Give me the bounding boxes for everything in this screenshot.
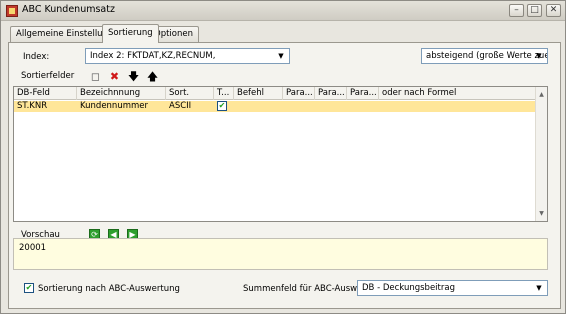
sum-field-value: DB - Deckungsbeitrag: [362, 283, 455, 293]
maximize-button[interactable]: □: [527, 4, 542, 17]
app-icon: [6, 5, 18, 17]
sortfields-table[interactable]: DB-Feld Bezeichnnung Sort. T... Befehl P…: [13, 86, 548, 222]
cell-bezeichnung[interactable]: Kundennummer: [77, 101, 166, 112]
column-header[interactable]: Befehl: [234, 87, 283, 100]
close-button[interactable]: ✕: [546, 4, 561, 17]
column-header[interactable]: Para...: [283, 87, 315, 100]
column-header[interactable]: T...: [214, 87, 234, 100]
minimize-button[interactable]: –: [509, 4, 524, 17]
sortfields-label: Sortierfelder: [21, 71, 75, 81]
sum-field-select[interactable]: DB - Deckungsbeitrag ▼: [357, 280, 548, 296]
column-header[interactable]: DB-Feld: [14, 87, 77, 100]
cell-param2[interactable]: [315, 101, 347, 112]
arrow-down-icon[interactable]: 🡇: [127, 70, 140, 83]
window-title: ABC Kundenumsatz: [22, 4, 115, 15]
cell-db-field[interactable]: ST.KNR: [14, 101, 77, 112]
index-select-value: Index 2: FKTDAT,KZ,RECNUM,: [90, 51, 216, 61]
chevron-down-icon: ▼: [536, 284, 542, 292]
index-label: Index:: [23, 52, 50, 62]
chevron-down-icon: ▼: [536, 52, 542, 60]
chevron-down-icon: ▼: [278, 52, 284, 60]
cell-param1[interactable]: [283, 101, 315, 112]
cell-param3[interactable]: [347, 101, 379, 112]
column-header[interactable]: oder nach Formel: [379, 87, 536, 100]
column-header[interactable]: Sort.: [166, 87, 214, 100]
vertical-scrollbar[interactable]: ▲ ▼: [535, 87, 547, 221]
preview-value: 20001: [19, 243, 47, 253]
new-document-icon[interactable]: ◻: [89, 70, 102, 83]
abc-sort-checkbox[interactable]: ✔: [24, 283, 34, 293]
t-checkbox[interactable]: ✔: [217, 101, 227, 111]
cell-sort[interactable]: ASCII: [166, 101, 214, 112]
tab-label: Optionen: [154, 29, 193, 39]
tab-label: Sortierung: [108, 28, 153, 38]
table-header: DB-Feld Bezeichnnung Sort. T... Befehl P…: [14, 87, 536, 100]
column-header[interactable]: Para...: [347, 87, 379, 100]
title-bar: ABC Kundenumsatz – □ ✕: [1, 1, 565, 21]
abc-sort-label: Sortierung nach ABC-Auswertung: [38, 284, 180, 294]
tab-sortierung[interactable]: Sortierung: [102, 24, 159, 43]
sort-order-select[interactable]: absteigend (große Werte zuerst) ▼: [421, 48, 548, 64]
app-window: ABC Kundenumsatz – □ ✕ Allgemeine Einste…: [0, 0, 566, 314]
arrow-up-icon[interactable]: 🡅: [146, 70, 159, 83]
scroll-down-icon[interactable]: ▼: [536, 208, 547, 219]
delete-icon[interactable]: ✖: [108, 70, 121, 83]
preview-box: 20001: [13, 238, 548, 270]
column-header[interactable]: Bezeichnnung: [77, 87, 166, 100]
cell-befehl[interactable]: [234, 101, 283, 112]
column-header[interactable]: Para...: [315, 87, 347, 100]
cell-formel[interactable]: [379, 101, 536, 112]
sort-order-value: absteigend (große Werte zuerst): [426, 51, 547, 61]
index-select[interactable]: Index 2: FKTDAT,KZ,RECNUM, ▼: [85, 48, 290, 64]
scroll-up-icon[interactable]: ▲: [536, 89, 547, 100]
table-row[interactable]: ST.KNR Kundennummer ASCII ✔: [14, 101, 536, 112]
